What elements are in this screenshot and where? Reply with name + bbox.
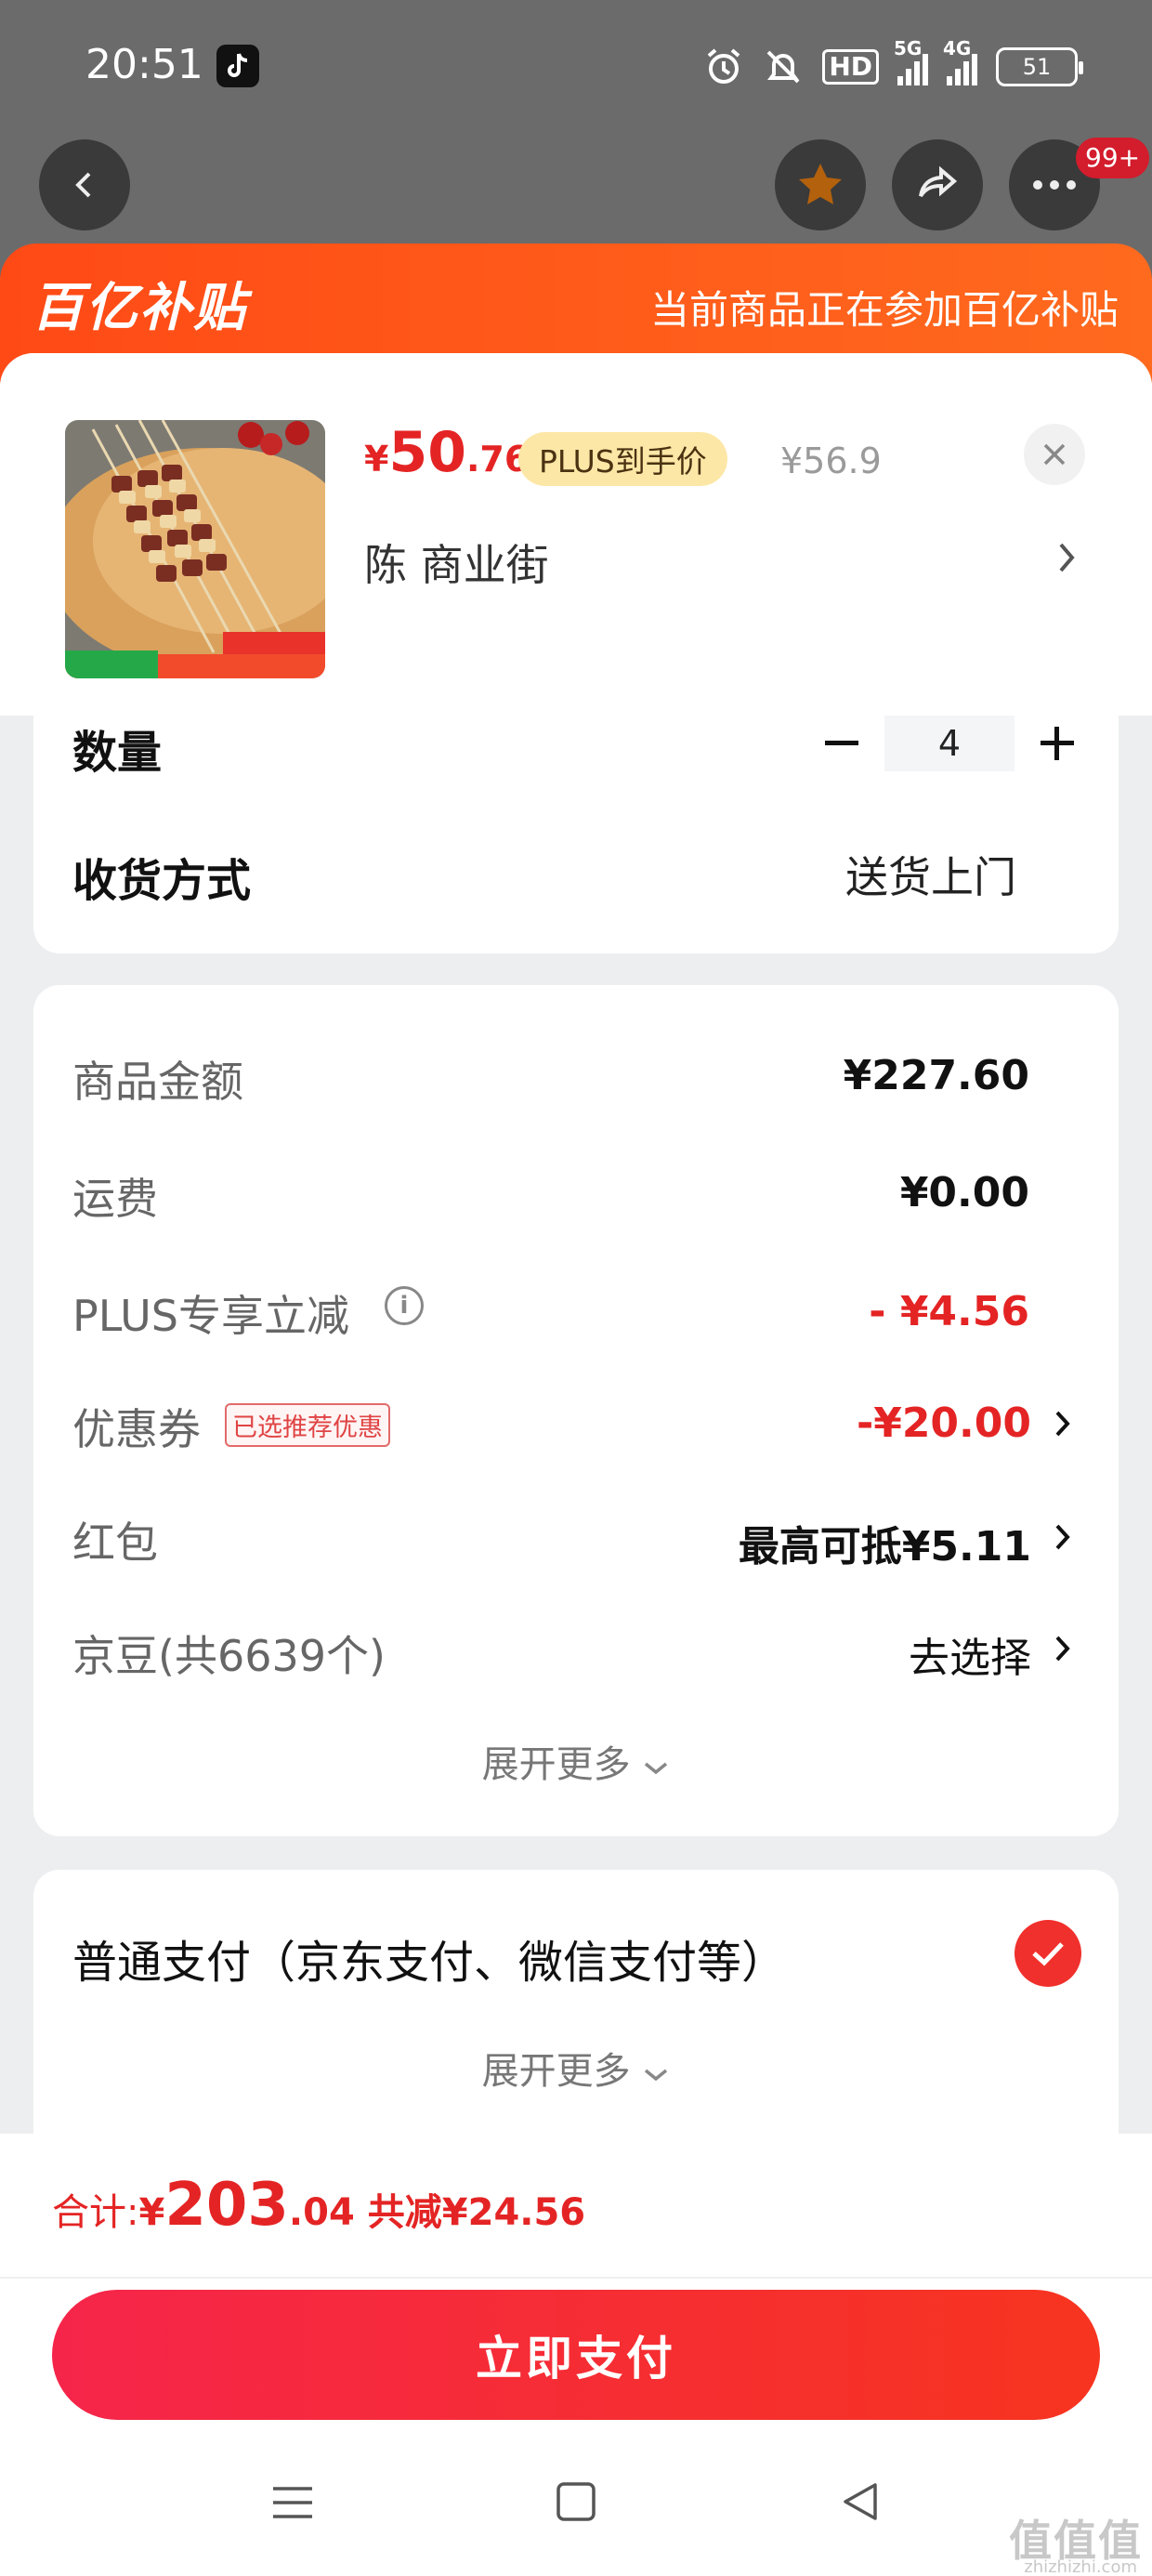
share-button[interactable] bbox=[892, 139, 983, 230]
battery-icon: 51 bbox=[996, 47, 1083, 86]
quantity-increase-button[interactable] bbox=[1029, 716, 1085, 771]
minus-icon bbox=[825, 741, 858, 745]
coupon-selected-tag: 已选推荐优惠 bbox=[225, 1403, 390, 1447]
expand-more-label: 展开更多 bbox=[481, 1743, 631, 1786]
redpacket-value[interactable]: 最高可抵¥5.11 bbox=[739, 1513, 1031, 1572]
payment-selected-check[interactable] bbox=[1015, 1920, 1081, 1987]
product-spec[interactable]: 陈 商业街 bbox=[364, 532, 549, 593]
status-time: 20:51 bbox=[85, 41, 203, 88]
menu-icon[interactable] bbox=[269, 2479, 316, 2526]
expand-more-payment[interactable]: 展开更多 bbox=[0, 2041, 1152, 2095]
payment-method-label[interactable]: 普通支付（京东支付、微信支付等） bbox=[72, 1925, 786, 1991]
status-bar: 20:51 HD 5G 4G 51 bbox=[0, 0, 1152, 138]
product-image bbox=[65, 420, 325, 678]
total-label: 合计: bbox=[52, 2191, 139, 2234]
alarm-icon bbox=[703, 46, 744, 87]
original-price: ¥56.9 bbox=[780, 440, 882, 481]
chevron-down-icon bbox=[645, 1762, 668, 1775]
pay-now-button[interactable]: 立即支付 bbox=[52, 2290, 1100, 2420]
delivery-value[interactable]: 送货上门 bbox=[845, 844, 1016, 905]
redpacket-label: 红包 bbox=[72, 1518, 158, 1568]
coupon-label: 优惠券 bbox=[72, 1404, 201, 1454]
checkout-screen: 20:51 HD 5G 4G 51 99+ 百亿补贴 当前商品正在参加百亿补贴 … bbox=[0, 0, 1152, 2576]
coupon-value[interactable]: -¥20.00 bbox=[857, 1400, 1031, 1447]
shipping-label: 运费 bbox=[72, 1174, 158, 1224]
quantity-decrease-button[interactable] bbox=[816, 716, 871, 771]
chevron-right-icon[interactable] bbox=[1055, 539, 1078, 576]
quantity-input[interactable]: 4 bbox=[884, 716, 1015, 771]
tiktok-icon bbox=[216, 45, 259, 87]
expand-more-costs[interactable]: 展开更多 bbox=[0, 1734, 1152, 1788]
subsidy-logo: 百亿补贴 bbox=[32, 278, 247, 338]
top-nav bbox=[0, 139, 1152, 232]
more-dots-icon bbox=[1033, 180, 1076, 190]
payment-method-card bbox=[33, 1870, 1119, 2139]
status-icons: HD 5G 4G 51 bbox=[703, 37, 1083, 91]
hd-icon: HD bbox=[822, 49, 879, 85]
product-price: ¥ 50 .76 bbox=[364, 420, 530, 485]
quantity-label: 数量 bbox=[72, 727, 163, 779]
footer-divider bbox=[0, 2277, 1152, 2279]
plus-price-tag: PLUS到手价 bbox=[518, 432, 727, 486]
close-button[interactable] bbox=[1024, 424, 1085, 485]
subsidy-notice: 当前商品正在参加百亿补贴 bbox=[649, 287, 1119, 333]
info-icon[interactable]: i bbox=[385, 1286, 424, 1325]
goods-amount-label: 商品金额 bbox=[72, 1057, 243, 1107]
system-nav-bar bbox=[0, 2453, 1152, 2565]
check-icon bbox=[1032, 1942, 1064, 1966]
signal-4g-icon: 4G bbox=[943, 37, 977, 85]
close-icon bbox=[1043, 443, 1066, 466]
shipping-value: ¥0.00 bbox=[899, 1169, 1029, 1216]
jdbean-label: 京豆(共6639个) bbox=[72, 1631, 386, 1681]
watermark-url: zhizhizhi.com bbox=[1024, 2557, 1137, 2576]
favorite-button[interactable] bbox=[775, 139, 866, 230]
coupon-chevron-icon[interactable] bbox=[1053, 1405, 1073, 1442]
back-button[interactable] bbox=[39, 139, 130, 230]
product-thumbnail[interactable] bbox=[65, 420, 325, 678]
total-amount: 203 bbox=[164, 2171, 289, 2240]
delivery-label: 收货方式 bbox=[72, 855, 252, 907]
chevron-down-icon bbox=[645, 2069, 668, 2082]
plus-icon bbox=[1041, 727, 1074, 760]
redpacket-chevron-icon[interactable] bbox=[1053, 1518, 1073, 1556]
plus-discount-label: PLUS专享立减 bbox=[72, 1291, 349, 1341]
signal-5g-icon: 5G bbox=[894, 37, 928, 85]
jdbean-value[interactable]: 去选择 bbox=[909, 1624, 1031, 1684]
total-saved: 共减¥24.56 bbox=[367, 2191, 586, 2234]
chevron-left-icon bbox=[75, 172, 91, 198]
expand-more-payment-label: 展开更多 bbox=[481, 2050, 631, 2093]
home-icon[interactable] bbox=[554, 2479, 598, 2524]
message-count-badge: 99+ bbox=[1076, 138, 1150, 178]
plus-discount-value: - ¥4.56 bbox=[869, 1288, 1029, 1335]
back-triangle-icon[interactable] bbox=[838, 2479, 883, 2524]
star-icon bbox=[799, 164, 842, 204]
jdbean-chevron-icon[interactable] bbox=[1053, 1630, 1073, 1667]
total-summary: 合计: ¥ 203 .04 共减¥24.56 bbox=[52, 2171, 586, 2240]
goods-amount-value: ¥227.60 bbox=[843, 1052, 1029, 1099]
share-icon bbox=[919, 165, 958, 198]
mute-bell-icon bbox=[763, 46, 804, 87]
